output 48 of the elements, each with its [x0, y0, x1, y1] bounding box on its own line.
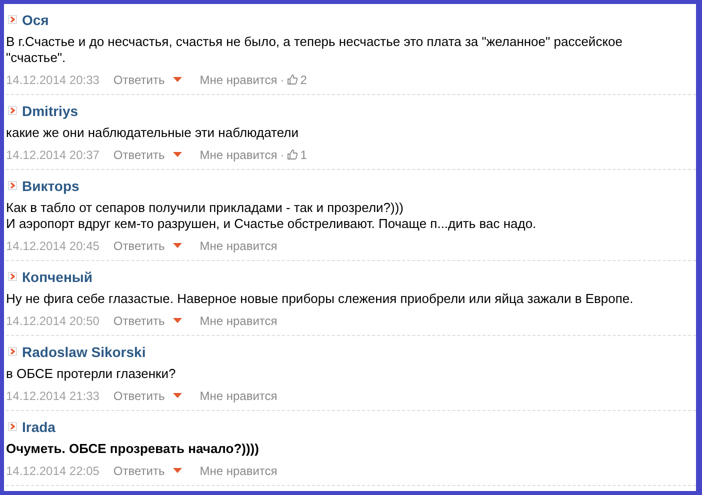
reply-link[interactable]: Ответить — [113, 464, 165, 478]
comment-date: 14.12.2014 20:50 — [6, 314, 100, 328]
like-link[interactable]: Мне нравится — [200, 464, 278, 478]
dropdown-caret-icon[interactable] — [172, 393, 182, 398]
comment-text: Как в табло от сепаров получили прикладами - так и прозрели?))) И аэропорт вдруг кем-то разрушен, и Счастье обстреливают. Почаще п...дить вас надо. — [6, 200, 538, 232]
chevron-icon — [8, 347, 17, 356]
comment-date: 14.12.2014 20:45 — [6, 238, 100, 252]
comment-text: в ОБСЕ протерли глазенки? — [6, 366, 177, 382]
author-link[interactable]: Irada — [22, 418, 56, 434]
reply-link[interactable]: Ответить — [113, 72, 165, 86]
author-link[interactable]: Radoslaw Sikorski — [22, 344, 146, 360]
comment-date: 14.12.2014 21:33 — [6, 388, 100, 402]
reply-link[interactable]: Ответить — [113, 314, 165, 328]
comment-text: В г.Счастье и до несчастья, счастья не было, а теперь несчастье это плата за "желанное" рассейское "счастье". — [6, 34, 624, 66]
like-count: 1 — [300, 148, 307, 162]
dropdown-caret-icon[interactable] — [172, 243, 182, 248]
comment-text: какие же они наблюдательные эти наблюдатели — [6, 125, 300, 141]
dropdown-caret-icon[interactable] — [172, 468, 182, 473]
comment-text: Ну не фига себе глазастые. Наверное новые приборы слежения приобрели или яйца зажали в Европе. — [6, 291, 634, 307]
like-link[interactable]: Мне нравится — [200, 72, 278, 86]
comment-date: 14.12.2014 20:33 — [6, 72, 100, 86]
author-link[interactable]: Dmitriys — [22, 102, 78, 118]
like-link[interactable]: Мне нравится — [200, 388, 278, 402]
dropdown-caret-icon[interactable] — [172, 318, 182, 323]
thumbs-up-icon — [287, 149, 298, 160]
comment-text: Очуметь. ОБСЕ прозревать начало?)))) — [6, 441, 260, 457]
like-link[interactable]: Мне нравится — [200, 148, 278, 162]
chevron-icon — [8, 272, 17, 281]
comment-date: 14.12.2014 20:37 — [6, 148, 100, 162]
chevron-icon — [8, 181, 17, 190]
separator-dot: · — [280, 148, 284, 162]
comment-date: 14.12.2014 22:05 — [6, 464, 100, 478]
like-count: 2 — [300, 72, 307, 86]
author-link[interactable]: Ося — [22, 12, 49, 28]
dropdown-caret-icon[interactable] — [172, 152, 182, 157]
reply-link[interactable]: Ответить — [113, 238, 165, 252]
chevron-icon — [8, 422, 17, 431]
author-link[interactable]: Копченый — [22, 268, 92, 284]
chevron-icon — [8, 15, 17, 24]
reply-link[interactable]: Ответить — [113, 148, 165, 162]
thumbs-up-icon — [287, 74, 298, 85]
separator-dot: · — [280, 72, 284, 86]
dropdown-caret-icon[interactable] — [172, 77, 182, 82]
chevron-icon — [8, 106, 17, 115]
reply-link[interactable]: Ответить — [113, 388, 165, 402]
like-link[interactable]: Мне нравится — [200, 238, 278, 252]
like-link[interactable]: Мне нравится — [200, 314, 278, 328]
author-link[interactable]: Викторs — [22, 178, 80, 194]
